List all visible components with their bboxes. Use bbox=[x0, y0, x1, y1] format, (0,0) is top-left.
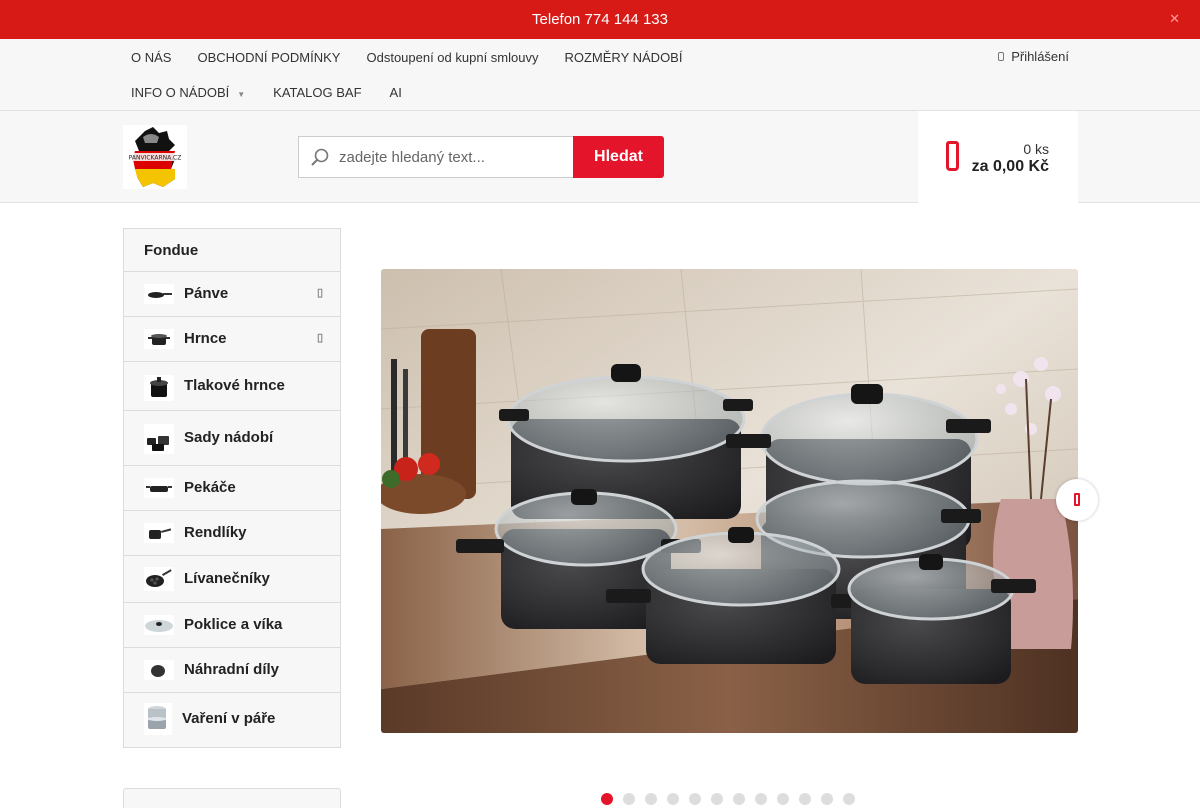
search-box bbox=[298, 136, 574, 178]
sidebar-item-livanecniky[interactable]: Lívanečníky bbox=[124, 556, 340, 603]
sidebar-item-nahradni-dily[interactable]: Náhradní díly bbox=[124, 648, 340, 693]
search-input[interactable] bbox=[339, 145, 567, 169]
slider-dot[interactable] bbox=[689, 793, 701, 805]
slider-dot[interactable] bbox=[777, 793, 789, 805]
sidebar-item-panve[interactable]: Pánve ▯ bbox=[124, 272, 340, 317]
sidebar-item-pekace[interactable]: Pekáče bbox=[124, 466, 340, 511]
top-announcement-bar: Telefon 774 144 133 ✕ bbox=[0, 0, 1200, 39]
chevron-down-icon: ▼ bbox=[237, 90, 246, 99]
nav-item-info-o-nadobi[interactable]: INFO O NÁDOBÍ ▼ bbox=[131, 85, 245, 100]
sidebar-item-label: Hrnce bbox=[184, 330, 227, 347]
close-icon[interactable]: ✕ bbox=[1169, 11, 1180, 27]
sidebar-item-sady-nadobi[interactable]: Sady nádobí bbox=[124, 411, 340, 466]
slider-dot[interactable] bbox=[843, 793, 855, 805]
user-icon bbox=[998, 52, 1005, 61]
pot-icon bbox=[144, 329, 174, 349]
slider-dot[interactable] bbox=[601, 793, 613, 805]
site-header: PANVICKARNA.CZ Hledat 0 ks za 0,00 Kč bbox=[0, 111, 1200, 203]
cart-total: za 0,00 Kč bbox=[971, 158, 1049, 175]
chevron-right-icon[interactable]: ▯ bbox=[317, 286, 323, 299]
nav-item-odstoupeni[interactable]: Odstoupení od kupní smlouvy bbox=[366, 50, 538, 65]
search-icon bbox=[311, 148, 329, 166]
nav-item-obchodni-podminky[interactable]: OBCHODNÍ PODMÍNKY bbox=[197, 50, 340, 65]
login-link[interactable]: Přihlášení bbox=[998, 49, 1069, 64]
sidebar-heading[interactable]: Fondue bbox=[124, 229, 340, 272]
sidebar-item-label: Sady nádobí bbox=[184, 429, 274, 446]
slider-dot[interactable] bbox=[821, 793, 833, 805]
slider-dot[interactable] bbox=[667, 793, 679, 805]
site-logo[interactable]: PANVICKARNA.CZ bbox=[123, 125, 187, 189]
slider-dot[interactable] bbox=[733, 793, 745, 805]
sidebar-item-label: Náhradní díly bbox=[184, 661, 280, 678]
slider-dot[interactable] bbox=[623, 793, 635, 805]
logo-text: PANVICKARNA.CZ bbox=[129, 155, 182, 162]
slider-pagination bbox=[601, 793, 855, 805]
slider-next-button[interactable] bbox=[1056, 479, 1098, 521]
search-button[interactable]: Hledat bbox=[573, 136, 664, 178]
sidebar-item-tlakove-hrnce[interactable]: Tlakové hrnce bbox=[124, 362, 340, 411]
sidebar-item-label: Pekáče bbox=[184, 479, 236, 496]
sidebar-item-label: Rendlíky bbox=[184, 524, 247, 541]
sidebar-item-hrnce[interactable]: Hrnce ▯ bbox=[124, 317, 340, 362]
phone-number: Telefon 774 144 133 bbox=[532, 11, 668, 28]
sidebar-item-vareni-v-pare[interactable]: Vaření v páře bbox=[124, 693, 340, 747]
nav-item-katalog-baf[interactable]: KATALOG BAF bbox=[273, 85, 361, 100]
slider-dot[interactable] bbox=[799, 793, 811, 805]
pancake-pan-icon bbox=[144, 567, 174, 591]
login-label: Přihlášení bbox=[1011, 49, 1069, 64]
frying-pan-icon bbox=[144, 284, 174, 304]
sidebar-item-label: Lívanečníky bbox=[184, 570, 270, 587]
sidebar-item-label: Tlakové hrnce bbox=[184, 377, 285, 394]
nav-item-o-nas[interactable]: O NÁS bbox=[131, 50, 171, 65]
slider-dot[interactable] bbox=[711, 793, 723, 805]
sidebar-item-label: Poklice a víka bbox=[184, 616, 283, 633]
hero-slide-image[interactable] bbox=[381, 269, 1078, 733]
main-navigation: O NÁS OBCHODNÍ PODMÍNKY Odstoupení od ku… bbox=[0, 39, 1200, 111]
arrow-right-icon bbox=[1074, 493, 1080, 506]
nav-item-rozmery-nadobi[interactable]: ROZMĚRY NÁDOBÍ bbox=[564, 50, 682, 65]
cookware-set-icon bbox=[144, 424, 174, 454]
sidebar-item-label: Vaření v páře bbox=[182, 710, 276, 727]
spare-part-icon bbox=[144, 660, 174, 680]
nav-item-ai[interactable]: AI bbox=[390, 85, 402, 100]
lid-icon bbox=[144, 615, 174, 635]
category-sidebar: Fondue Pánve ▯ Hrnce ▯ Tlakové hrnce Sad… bbox=[123, 228, 341, 748]
sidebar-item-poklice-a-vika[interactable]: Poklice a víka bbox=[124, 603, 340, 648]
cart-icon bbox=[946, 141, 959, 171]
roaster-icon bbox=[144, 478, 174, 498]
pressure-cooker-icon bbox=[144, 375, 174, 401]
slider-dot[interactable] bbox=[755, 793, 767, 805]
cart-quantity: 0 ks bbox=[1023, 141, 1049, 157]
sidebar-item-rendliky[interactable]: Rendlíky bbox=[124, 511, 340, 556]
slider-dot[interactable] bbox=[645, 793, 657, 805]
chevron-right-icon[interactable]: ▯ bbox=[317, 331, 323, 344]
saucepan-icon bbox=[144, 523, 174, 543]
nav-item-label: INFO O NÁDOBÍ bbox=[131, 85, 230, 100]
sidebar-item-label: Pánve bbox=[184, 285, 229, 302]
secondary-sidebar-box bbox=[123, 788, 341, 808]
cart-summary[interactable]: 0 ks za 0,00 Kč bbox=[918, 111, 1078, 203]
steamer-icon bbox=[144, 703, 172, 735]
